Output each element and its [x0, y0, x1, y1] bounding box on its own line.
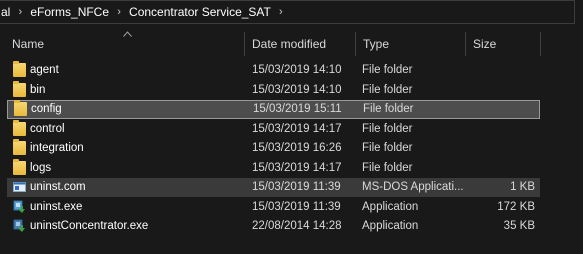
file-type: File folder: [362, 64, 413, 76]
breadcrumb-item-current[interactable]: Concentrator Service_SAT: [126, 5, 274, 19]
file-size: 35 KB: [503, 220, 535, 232]
column-header-row: Name Date modified Type Size: [0, 30, 583, 58]
file-type: File folder: [362, 142, 413, 154]
file-row-control[interactable]: control 15/03/2019 14:17 File folder: [7, 119, 540, 139]
column-header-size-label: Size: [473, 37, 497, 51]
file-row-uninst-com[interactable]: uninst.com 15/03/2019 11:39 MS-DOS Appli…: [7, 178, 540, 197]
file-size: 1 KB: [510, 181, 535, 193]
column-header-size[interactable]: Size: [467, 30, 539, 58]
file-date: 15/03/2019 11:39: [252, 181, 341, 193]
breadcrumb-chevron-icon[interactable]: ›: [112, 6, 126, 18]
column-divider[interactable]: [465, 32, 466, 56]
file-date: 15/03/2019 14:17: [252, 161, 342, 174]
folder-icon: [13, 119, 26, 136]
folder-icon: [14, 100, 27, 116]
file-type: File folder: [362, 83, 413, 96]
file-name: uninst.com: [30, 181, 86, 193]
folder-icon: [13, 61, 26, 77]
column-header-type-label: Type: [363, 37, 390, 51]
file-name: control: [30, 122, 65, 135]
breadcrumb-chevron-icon[interactable]: ›: [274, 6, 288, 18]
msdos-app-icon: [13, 180, 26, 194]
file-date: 15/03/2019 11:39: [252, 200, 341, 213]
file-date: 22/08/2014 14:28: [252, 220, 342, 232]
file-date: 15/03/2019 14:17: [252, 122, 342, 135]
column-header-date[interactable]: Date modified: [246, 30, 356, 58]
file-name: bin: [30, 83, 46, 96]
column-header-name[interactable]: Name: [6, 30, 244, 58]
file-type: MS-DOS Applicati...: [362, 181, 464, 193]
file-type: Application: [362, 220, 419, 232]
file-date: 15/03/2019 15:11: [253, 103, 342, 115]
column-header-date-label: Date modified: [252, 37, 327, 51]
sort-ascending-icon: [123, 29, 132, 39]
file-date: 15/03/2019 14:10: [252, 64, 342, 76]
file-row-logs[interactable]: logs 15/03/2019 14:17 File folder: [7, 158, 540, 178]
file-row-config[interactable]: config 15/03/2019 15:11 File folder: [7, 100, 540, 119]
installer-icon: [13, 219, 26, 233]
file-name: agent: [30, 64, 59, 76]
file-row-bin[interactable]: bin 15/03/2019 14:10 File folder: [7, 80, 540, 100]
file-name: logs: [30, 161, 52, 174]
column-divider[interactable]: [244, 32, 245, 56]
file-type: File folder: [362, 122, 413, 135]
file-name: integration: [30, 142, 84, 154]
file-row-uninstconcentrator-exe[interactable]: uninstConcentrator.exe 22/08/2014 14:28 …: [7, 217, 540, 236]
file-explorer-window: al › eForms_NFCe › Concentrator Service_…: [0, 0, 583, 254]
column-header-type[interactable]: Type: [357, 30, 464, 58]
file-type: File folder: [363, 103, 414, 115]
file-row-agent[interactable]: agent 15/03/2019 14:10 File folder: [7, 61, 540, 80]
file-type: File folder: [362, 161, 413, 174]
column-header-name-label: Name: [12, 37, 45, 51]
breadcrumb-chevron-icon[interactable]: ›: [13, 6, 27, 18]
file-date: 15/03/2019 16:26: [252, 142, 342, 154]
folder-icon: [13, 80, 26, 97]
file-type: Application: [362, 200, 419, 213]
file-row-integration[interactable]: integration 15/03/2019 16:26 File folder: [7, 139, 540, 158]
file-size: 172 KB: [497, 200, 535, 213]
breadcrumb[interactable]: al › eForms_NFCe › Concentrator Service_…: [0, 0, 575, 24]
file-row-uninst-exe[interactable]: uninst.exe 15/03/2019 11:39 Application …: [7, 198, 540, 217]
folder-icon: [13, 139, 26, 155]
breadcrumb-item-parent[interactable]: al: [0, 5, 13, 19]
column-divider[interactable]: [355, 32, 356, 56]
file-date: 15/03/2019 14:10: [252, 83, 342, 96]
folder-icon: [13, 158, 26, 175]
file-name: uninst.exe: [30, 200, 83, 213]
file-name: uninstConcentrator.exe: [30, 220, 149, 232]
breadcrumb-item-eforms[interactable]: eForms_NFCe: [27, 5, 112, 19]
file-name: config: [31, 103, 62, 115]
column-divider[interactable]: [540, 32, 541, 56]
installer-icon: [13, 200, 26, 214]
